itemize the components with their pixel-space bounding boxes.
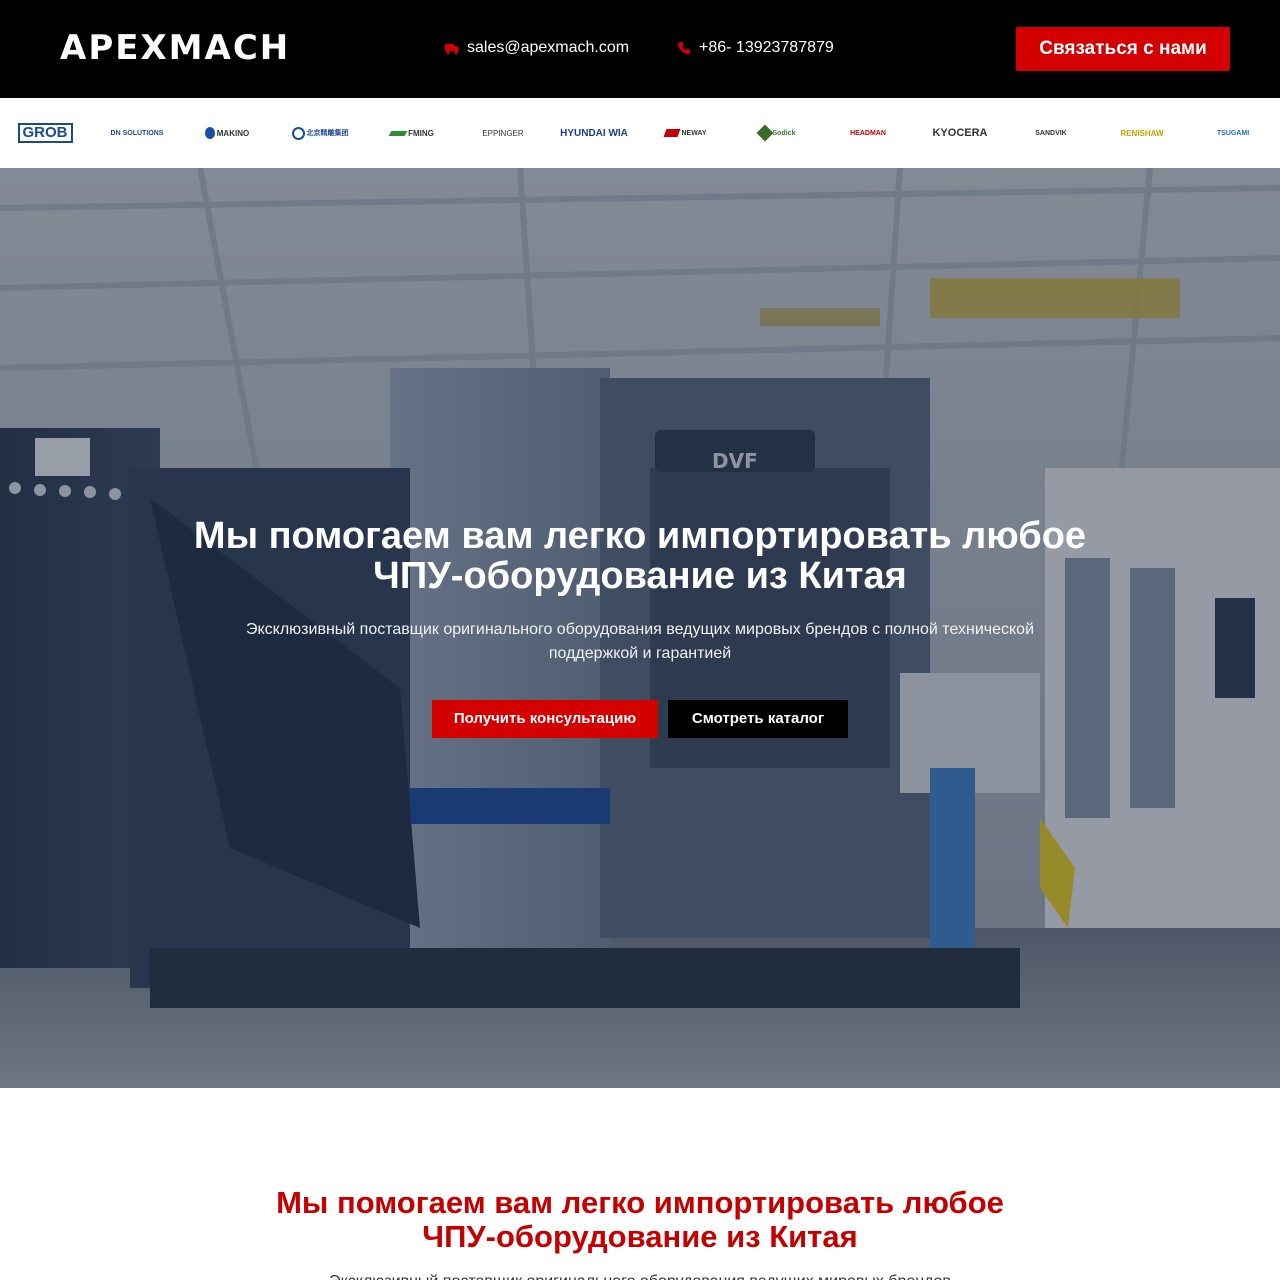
phone-text: +86- 13923787879	[699, 39, 834, 56]
fming-mark-icon	[388, 130, 408, 136]
email-link[interactable]: sales@apexmach.com	[445, 37, 629, 59]
brand-logo-kyocera[interactable]: KYOCERA	[920, 120, 1000, 146]
phone-icon	[678, 42, 690, 54]
brand-logo-grob[interactable]: GROB	[5, 120, 85, 146]
brand-logo-sandvik[interactable]: SANDVIK	[1011, 120, 1091, 146]
jingdiao-mark-icon	[291, 126, 305, 140]
sodick-mark-icon	[756, 124, 774, 142]
truck-icon	[445, 44, 459, 55]
phone-link[interactable]: +86- 13923787879	[677, 37, 834, 59]
contact-us-button[interactable]: Связаться с нами	[1016, 27, 1230, 71]
hero-title: Мы помогаем вам легко импортировать любо…	[193, 515, 1087, 597]
brand-logo-hyundai-wia[interactable]: HYUNDAI WIA	[554, 120, 634, 146]
view-catalog-button[interactable]: Смотреть каталог	[668, 700, 848, 738]
brand-logo-renishaw[interactable]: RENISHAW	[1102, 120, 1182, 146]
makino-mark-icon	[204, 127, 215, 139]
brand-logo-makino[interactable]: MAKINO	[187, 120, 267, 146]
brand-logo-sodick[interactable]: Sodick	[737, 120, 817, 146]
brand-logo-tsugami[interactable]: TSUGAMI	[1193, 120, 1273, 146]
brand-logo-dn-solutions[interactable]: DN SOLUTIONS	[97, 120, 177, 146]
site-header: APEXMACH sales@apexmach.com +86- 1392378…	[0, 0, 1280, 98]
email-text: sales@apexmach.com	[467, 39, 630, 56]
section-title: Мы помогаем вам легко импортировать любо…	[276, 1185, 1004, 1254]
get-consultation-button[interactable]: Получить консультацию	[432, 700, 658, 738]
brand-logo-strip: GROB DN SOLUTIONS MAKINO 北京精雕集团 FMING EP…	[0, 98, 1280, 169]
brand-logo-eppinger[interactable]: EPPINGER	[463, 120, 543, 146]
hero-banner: DVF Мы помогаем вам легко импортировать …	[0, 168, 1280, 1088]
brand-logo-neway[interactable]: NEWAY	[646, 120, 726, 146]
hero-subtitle: Эксклюзивный поставщик оригинального обо…	[245, 621, 1035, 662]
brand-logo-jingdiao[interactable]: 北京精雕集团	[280, 120, 360, 146]
brand-logo-fming[interactable]: FMING	[372, 120, 452, 146]
site-logo[interactable]: APEXMACH	[60, 26, 290, 70]
neway-mark-icon	[664, 129, 681, 137]
brand-logo-headman[interactable]: HEADMAN	[828, 120, 908, 146]
section-subtitle: Эксклюзивный поставщик оригинального обо…	[240, 1272, 1040, 1280]
